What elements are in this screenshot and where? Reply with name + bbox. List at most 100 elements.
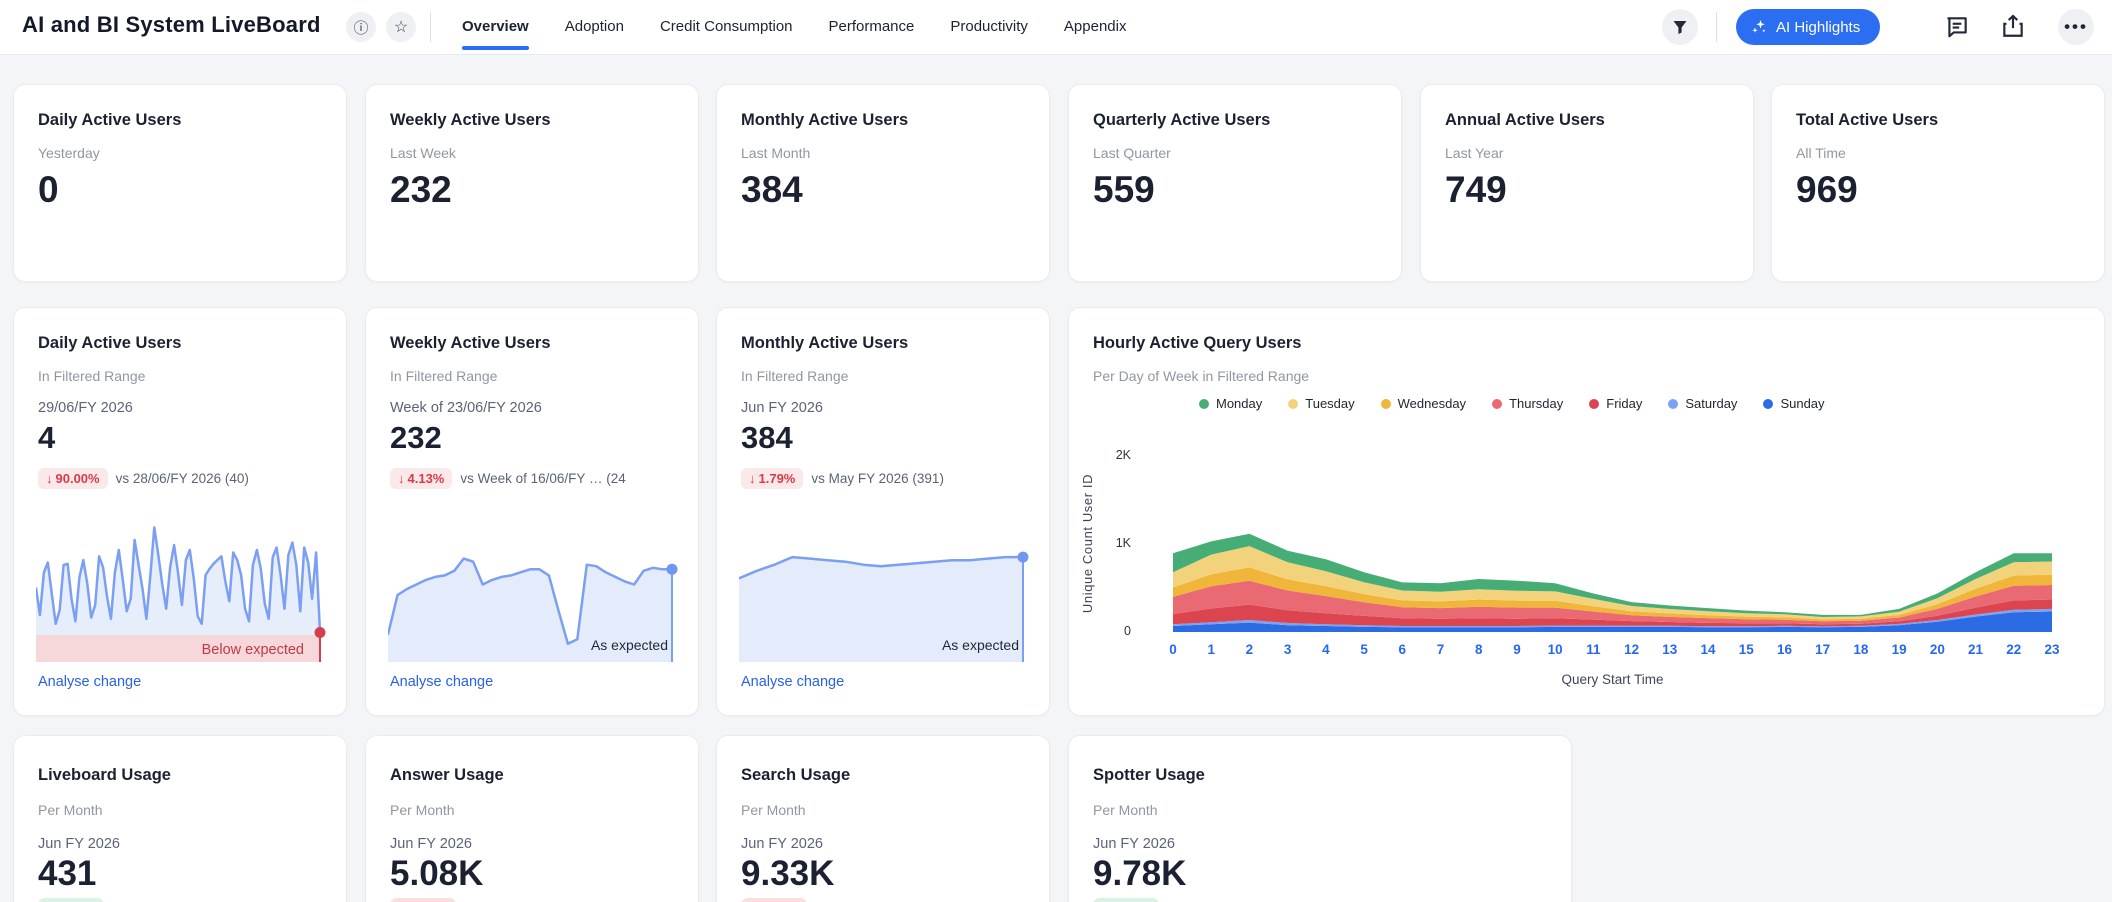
header-divider-2: [1716, 12, 1717, 42]
trend-badge: [38, 898, 104, 902]
card-period: Jun FY 2026: [38, 836, 120, 852]
card-subtitle: Per Day of Week in Filtered Range: [1093, 368, 1309, 384]
ai-highlights-button[interactable]: AI Highlights: [1736, 9, 1880, 45]
weekly-sparkline-chart[interactable]: As expected: [388, 504, 680, 662]
x-tick-label: 5: [1360, 642, 1368, 657]
tab-adoption[interactable]: Adoption: [565, 0, 624, 54]
liveboard-screen: AI and BI System LiveBoard ⓘ ☆ Overview …: [0, 0, 2112, 902]
x-tick-label: 13: [1662, 642, 1677, 657]
legend-item-wednesday[interactable]: Wednesday: [1381, 396, 1466, 411]
tab-productivity[interactable]: Productivity: [950, 0, 1028, 54]
x-tick-label: 12: [1624, 642, 1639, 657]
ai-highlights-label: AI Highlights: [1776, 19, 1860, 36]
comparison-text: vs 28/06/FY 2026 (40): [116, 471, 249, 486]
comparison-text: vs May FY 2026 (391): [811, 471, 944, 486]
arrow-down-icon: ↓: [46, 471, 53, 486]
analyse-change-link[interactable]: Analyse change: [38, 674, 141, 690]
trend-badge: [390, 898, 456, 902]
card-period: Jun FY 2026: [1093, 836, 1175, 852]
legend-item-sunday[interactable]: Sunday: [1763, 396, 1824, 411]
x-tick-label: 6: [1399, 642, 1407, 657]
card-title: Weekly Active Users: [390, 334, 551, 353]
y-tick-0: 0: [1101, 624, 1131, 638]
card-title: Daily Active Users: [38, 111, 181, 130]
tab-appendix[interactable]: Appendix: [1064, 0, 1127, 54]
x-tick-label: 9: [1513, 642, 1521, 657]
x-tick-label: 14: [1701, 642, 1716, 657]
trend-card-monthly: Monthly Active Users In Filtered Range J…: [716, 307, 1050, 716]
legend-label: Wednesday: [1398, 396, 1466, 411]
monthly-sparkline-chart[interactable]: As expected: [739, 504, 1031, 662]
kpi-card-daily: Daily Active Users Yesterday 0: [13, 84, 347, 282]
x-tick-label: 7: [1437, 642, 1445, 657]
legend-item-thursday[interactable]: Thursday: [1492, 396, 1563, 411]
x-tick-label: 18: [1853, 642, 1868, 657]
legend-item-tuesday[interactable]: Tuesday: [1288, 396, 1354, 411]
x-tick-label: 3: [1284, 642, 1292, 657]
x-tick-label: 19: [1892, 642, 1907, 657]
card-subtitle: Last Quarter: [1093, 145, 1171, 161]
filter-button[interactable]: [1662, 9, 1698, 45]
card-title: Spotter Usage: [1093, 766, 1205, 785]
x-tick-label: 17: [1815, 642, 1830, 657]
card-title: Daily Active Users: [38, 334, 181, 353]
trend-value: 4: [38, 420, 55, 456]
more-button[interactable]: •••: [2058, 9, 2094, 45]
card-subtitle: Per Month: [390, 802, 455, 818]
x-tick-label: 23: [2044, 642, 2059, 657]
card-subtitle: Per Month: [38, 802, 103, 818]
kpi-value: 232: [390, 169, 452, 211]
svg-text:As expected: As expected: [591, 637, 668, 653]
card-subtitle: In Filtered Range: [390, 368, 497, 384]
card-title: Answer Usage: [390, 766, 504, 785]
legend-dot-icon: [1288, 399, 1298, 409]
tab-performance[interactable]: Performance: [829, 0, 915, 54]
tab-bar: Overview Adoption Credit Consumption Per…: [462, 0, 1126, 54]
daily-sparkline-chart[interactable]: Below expected: [36, 504, 328, 662]
legend-item-monday[interactable]: Monday: [1199, 396, 1262, 411]
legend-label: Sunday: [1780, 396, 1824, 411]
x-axis-title: Query Start Time: [1173, 672, 2052, 687]
page-title: AI and BI System LiveBoard: [22, 12, 321, 38]
card-title: Liveboard Usage: [38, 766, 171, 785]
card-title: Total Active Users: [1796, 111, 1938, 130]
favorite-button[interactable]: ☆: [386, 12, 416, 42]
x-tick-label: 21: [1968, 642, 1983, 657]
comment-icon[interactable]: [1944, 14, 1970, 40]
card-subtitle: Per Month: [1093, 802, 1158, 818]
y-tick-1k: 1K: [1101, 536, 1131, 550]
arrow-down-icon: ↓: [749, 471, 756, 486]
card-title: Annual Active Users: [1445, 111, 1605, 130]
x-tick-label: 15: [1739, 642, 1754, 657]
legend-label: Tuesday: [1305, 396, 1354, 411]
info-button[interactable]: ⓘ: [346, 12, 376, 42]
x-tick-label: 8: [1475, 642, 1483, 657]
legend-dot-icon: [1668, 399, 1678, 409]
hourly-stacked-area-chart[interactable]: [1173, 454, 2052, 633]
trend-value: 384: [741, 420, 793, 456]
change-badge: ↓ 4.13%: [390, 468, 452, 489]
card-title: Monthly Active Users: [741, 111, 908, 130]
x-tick-label: 10: [1548, 642, 1563, 657]
share-icon[interactable]: [2000, 13, 2026, 39]
tab-overview[interactable]: Overview: [462, 0, 529, 54]
card-period: Jun FY 2026: [741, 836, 823, 852]
legend-item-friday[interactable]: Friday: [1589, 396, 1642, 411]
analyse-change-link[interactable]: Analyse change: [741, 674, 844, 690]
usage-card-search: Search Usage Per Month Jun FY 2026 9.33K: [716, 735, 1050, 902]
x-tick-label: 0: [1169, 642, 1177, 657]
x-axis-ticks: 01234567891011121314151617181920212223: [1173, 642, 2052, 660]
legend-label: Thursday: [1509, 396, 1563, 411]
usage-value: 9.33K: [741, 854, 834, 894]
trend-card-daily: Daily Active Users In Filtered Range 29/…: [13, 307, 347, 716]
trend-value: 232: [390, 420, 442, 456]
x-tick-label: 1: [1207, 642, 1215, 657]
analyse-change-link[interactable]: Analyse change: [390, 674, 493, 690]
comparison-text: vs Week of 16/06/FY … (24: [460, 471, 625, 486]
tab-credit-consumption[interactable]: Credit Consumption: [660, 0, 793, 54]
filter-icon: [1672, 19, 1688, 35]
legend-item-saturday[interactable]: Saturday: [1668, 396, 1737, 411]
x-tick-label: 16: [1777, 642, 1792, 657]
change-row: ↓ 1.79% vs May FY 2026 (391): [741, 466, 1033, 490]
y-tick-2k: 2K: [1101, 448, 1131, 462]
